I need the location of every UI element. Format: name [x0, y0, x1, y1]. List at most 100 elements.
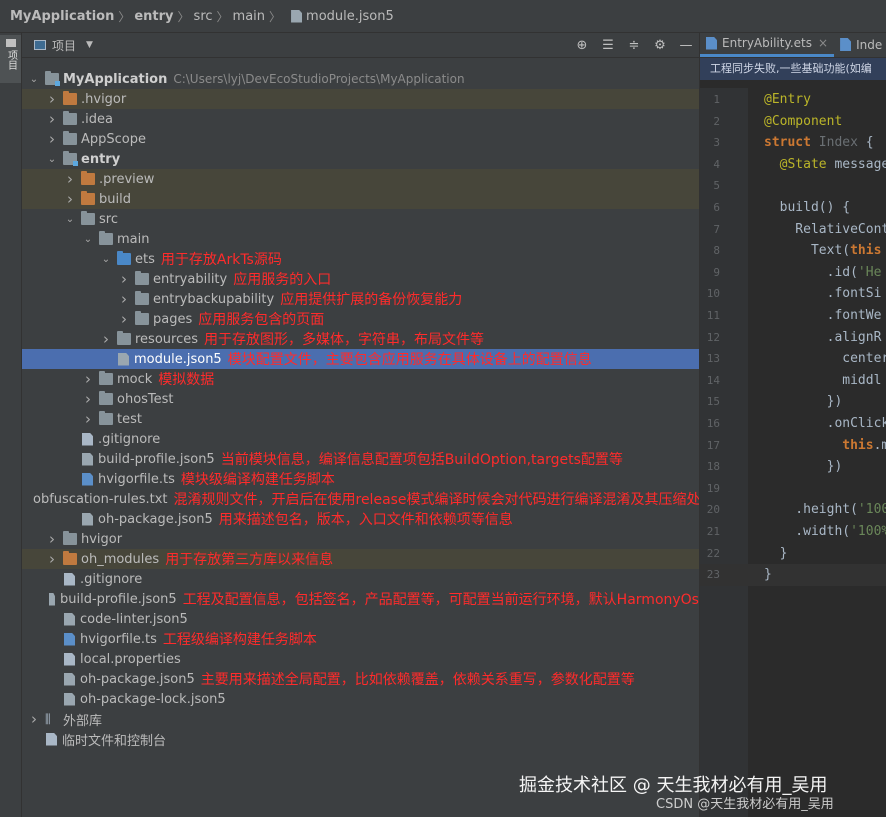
- tree-row[interactable]: › oh_modules 用于存放第三方库以来信息: [22, 549, 699, 569]
- breadcrumb-file[interactable]: module.json5: [306, 9, 394, 24]
- project-tool-tab[interactable]: 项目: [0, 35, 21, 83]
- annotation-note: 当前模块信息，编译信息配置项包括BuildOption,targets配置等: [220, 452, 623, 468]
- chevron-right-icon[interactable]: ›: [46, 110, 58, 128]
- tree-row[interactable]: ⌄ MyApplication C:\Users\lyj\DevEcoStudioP…: [22, 69, 699, 89]
- chevron-right-icon[interactable]: ›: [118, 310, 130, 328]
- folder-icon: [99, 391, 113, 405]
- tree-row[interactable]: › ohosTest: [22, 389, 699, 409]
- tree-item-label: 临时文件和控制台: [62, 733, 167, 749]
- folder-icon: [99, 411, 113, 425]
- minimize-icon[interactable]: —: [679, 38, 693, 53]
- tree-row[interactable]: › test: [22, 409, 699, 429]
- tree-row[interactable]: › AppScope: [22, 129, 699, 149]
- tree-row[interactable]: › .preview: [22, 169, 699, 189]
- annotation-note: 应用服务包含的页面: [198, 312, 325, 328]
- chevron-right-icon[interactable]: ›: [46, 90, 58, 108]
- chevron-down-icon[interactable]: ▼: [86, 40, 93, 50]
- tree-row[interactable]: oh-package.json5 主要用来描述全局配置，比如依赖覆盖，依赖关系重写…: [22, 669, 699, 689]
- chevron-right-icon[interactable]: ›: [46, 530, 58, 548]
- tree-row[interactable]: .gitignore: [22, 429, 699, 449]
- chevron-right-icon[interactable]: ›: [82, 390, 94, 408]
- breadcrumb-item[interactable]: entry: [134, 9, 173, 24]
- code-line: 12 .alignR: [700, 327, 886, 349]
- tree-item-label: test: [117, 411, 142, 427]
- code-line: 13 center: [700, 348, 886, 370]
- line-number: 18: [706, 460, 720, 474]
- breadcrumb: MyApplication 〉 entry 〉 src 〉 main 〉 module.json…: [0, 0, 886, 33]
- line-number: 12: [706, 330, 720, 344]
- line-number: 11: [706, 309, 720, 322]
- tree-row[interactable]: .gitignore: [22, 569, 699, 589]
- editor-tab[interactable]: EntryAbility.ets ×: [700, 32, 835, 57]
- expand-all-icon[interactable]: ☰: [601, 38, 615, 53]
- chevron-right-icon[interactable]: ›: [118, 290, 130, 308]
- tree-row[interactable]: ⌄ main: [22, 229, 699, 249]
- chevron-right-icon[interactable]: ›: [46, 550, 58, 568]
- tree-row[interactable]: build-profile.json5 工程及配置信息，包括签名，产品配置等，可配…: [22, 589, 699, 609]
- target-icon[interactable]: ⊕: [575, 38, 589, 53]
- editor-tab[interactable]: Inde: [834, 32, 886, 57]
- sync-failure-banner[interactable]: 工程同步失败,一些基础功能(如编: [700, 58, 886, 80]
- panel-title[interactable]: 项目: [52, 37, 76, 54]
- tree-row[interactable]: › build: [22, 189, 699, 209]
- gear-icon[interactable]: ⚙: [653, 38, 667, 53]
- breadcrumb-item[interactable]: src: [194, 9, 213, 24]
- code-text: .alignR: [764, 329, 882, 345]
- tree-row[interactable]: › hvigor: [22, 529, 699, 549]
- tree-row[interactable]: hvigorfile.ts 模块级编译构建任务脚本: [22, 469, 699, 489]
- chevron-right-icon[interactable]: ›: [64, 190, 76, 208]
- code-line: 22 }: [700, 543, 886, 565]
- tree-row[interactable]: oh-package-lock.json5: [22, 689, 699, 709]
- tree-row[interactable]: › entryability 应用服务的入口: [22, 269, 699, 289]
- tree-row[interactable]: hvigorfile.ts 工程级编译构建任务脚本: [22, 629, 699, 649]
- chevron-right-icon[interactable]: ›: [64, 170, 76, 188]
- tree-row[interactable]: › pages 应用服务包含的页面: [22, 309, 699, 329]
- tree-row[interactable]: module.json5 模块配置文件，主要包含应用服务在具体设备上的配置信息: [22, 349, 699, 369]
- tree-row[interactable]: code-linter.json5: [22, 609, 699, 629]
- source-folder-icon: [117, 251, 131, 265]
- project-view-icon: [34, 40, 46, 50]
- tree-row[interactable]: local.properties: [22, 649, 699, 669]
- chevron-right-icon[interactable]: ›: [82, 410, 94, 428]
- code-text: @Component: [764, 113, 843, 129]
- collapse-all-icon[interactable]: ≑: [627, 38, 641, 53]
- tree-row[interactable]: ⌄ entry: [22, 149, 699, 169]
- csdn-watermark: CSDN @天生我材必有用_吴用: [656, 797, 834, 812]
- tree-row[interactable]: ⌄ src: [22, 209, 699, 229]
- code-view[interactable]: 1 @Entry 2 @Component 3 struct Index {4 @Stat…: [700, 88, 886, 817]
- tree-row[interactable]: › resources 用于存放图形，多媒体，字符串，布局文件等: [22, 329, 699, 349]
- folder-icon: [135, 311, 149, 325]
- chevron-right-icon[interactable]: ›: [46, 130, 58, 148]
- chevron-right-icon[interactable]: ›: [118, 270, 130, 288]
- tree-row[interactable]: › mock 模拟数据: [22, 369, 699, 389]
- code-text: Text(this: [764, 243, 882, 259]
- chevron-right-icon[interactable]: ›: [28, 710, 40, 728]
- close-icon[interactable]: ×: [818, 36, 828, 50]
- tree-row[interactable]: › entrybackupability 应用提供扩展的备份恢复能力: [22, 289, 699, 309]
- code-line: 8 Text(this: [700, 240, 886, 262]
- code-text: RelativeCont: [764, 221, 886, 237]
- chevron-down-icon[interactable]: ⌄: [100, 254, 112, 265]
- editor-area: EntryAbility.ets × Inde 工程同步失败,一些基础功能(如编 1…: [699, 33, 886, 817]
- chevron-down-icon[interactable]: ⌄: [46, 154, 58, 165]
- tree-row[interactable]: ⌄ ets 用于存放ArkTs源码: [22, 249, 699, 269]
- tree-row[interactable]: oh-package.json5 用来描述包名，版本，入口文件和依赖项等信息: [22, 509, 699, 529]
- chevron-right-icon[interactable]: ›: [82, 370, 94, 388]
- tree-row[interactable]: obfuscation-rules.txt 混淆规则文件，开启后在使用releas…: [22, 489, 715, 509]
- text-file-icon: [82, 432, 93, 446]
- chevron-down-icon[interactable]: ⌄: [28, 74, 40, 85]
- tree-row[interactable]: › .hvigor: [22, 89, 699, 109]
- excluded-folder-icon: [63, 91, 77, 105]
- line-number: 8: [713, 244, 720, 258]
- breadcrumb-item[interactable]: MyApplication: [10, 9, 114, 24]
- tree-row[interactable]: › .idea: [22, 109, 699, 129]
- code-line: 23}: [700, 564, 886, 587]
- line-number: 14: [706, 373, 720, 387]
- chevron-right-icon[interactable]: ›: [100, 330, 112, 348]
- tree-row[interactable]: build-profile.json5 当前模块信息，编译信息配置项包括Build…: [22, 449, 699, 469]
- breadcrumb-item[interactable]: main: [233, 9, 265, 24]
- tree-row[interactable]: 临时文件和控制台: [22, 729, 699, 749]
- chevron-down-icon[interactable]: ⌄: [64, 214, 76, 225]
- chevron-down-icon[interactable]: ⌄: [82, 234, 94, 245]
- tree-row[interactable]: › ⫼ 外部库: [22, 709, 699, 729]
